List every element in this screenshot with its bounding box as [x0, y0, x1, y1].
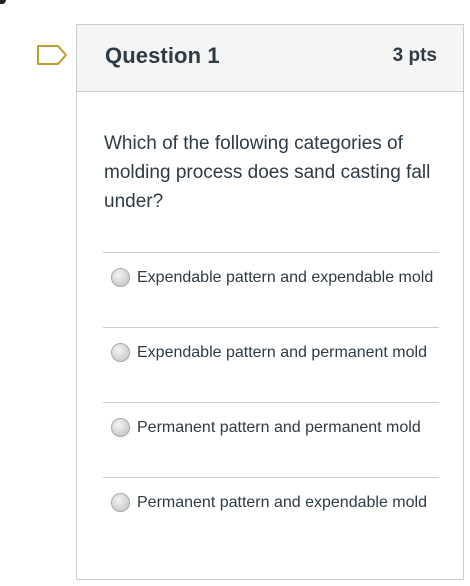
corner-artifact	[0, 0, 6, 4]
bookmark-flag-icon[interactable]	[36, 44, 68, 66]
answer-label: Permanent pattern and expendable mold	[137, 494, 427, 511]
answer-list: Expendable pattern and expendable mold E…	[103, 252, 439, 552]
question-header: Question 1 3 pts	[77, 25, 463, 92]
answer-option[interactable]: Permanent pattern and permanent mold	[103, 402, 439, 477]
answer-option[interactable]: Expendable pattern and permanent mold	[103, 327, 439, 402]
question-card: Question 1 3 pts Which of the following …	[76, 24, 464, 580]
radio-button[interactable]	[111, 493, 130, 512]
question-text: Which of the following categories of mol…	[104, 133, 431, 212]
answer-option[interactable]: Expendable pattern and expendable mold	[103, 252, 439, 327]
question-points: 3 pts	[392, 45, 437, 66]
answer-option[interactable]: Permanent pattern and expendable mold	[103, 477, 439, 552]
radio-button[interactable]	[111, 343, 130, 362]
radio-button[interactable]	[111, 418, 130, 437]
answer-label: Permanent pattern and permanent mold	[137, 419, 421, 436]
question-title: Question 1	[105, 43, 220, 68]
answer-label: Expendable pattern and permanent mold	[137, 344, 427, 361]
radio-button[interactable]	[111, 268, 130, 287]
answer-label: Expendable pattern and expendable mold	[137, 269, 434, 286]
